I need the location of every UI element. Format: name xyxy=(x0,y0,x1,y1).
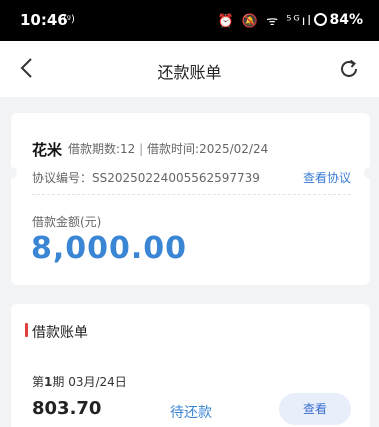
hotspot-icon: (ᵍ) xyxy=(63,14,75,25)
refresh-icon[interactable] xyxy=(337,57,361,81)
view-bill-button[interactable]: 查看 xyxy=(279,393,351,425)
loan-amount-value: 8,000.00 xyxy=(31,231,188,266)
bill-status: 待还款 xyxy=(170,405,212,421)
contract-number: 协议编号：SS20250224005562597739 xyxy=(32,171,260,185)
bill-card: 借款账单 第1期 03月/24日 803.70 待还款 查看 xyxy=(11,304,370,427)
loan-borrow-time: 借款时间:2025/02/24 xyxy=(147,142,269,156)
view-contract-link[interactable]: 查看协议 xyxy=(303,169,351,186)
card-divider xyxy=(32,194,351,195)
bill-amount: 803.70 xyxy=(32,398,102,419)
battery-percent: 84% xyxy=(329,12,363,28)
period-prefix: 第 xyxy=(32,375,45,389)
page-title: 还款账单 xyxy=(157,63,222,82)
bill-section-title: 借款账单 xyxy=(32,325,88,341)
loan-meta: 借款期数:12 | 借款时间:2025/02/24 xyxy=(68,140,268,157)
loan-amount-label: 借款金额(元) xyxy=(32,215,102,229)
bill-period: 第1期 03月/24日 xyxy=(32,373,127,390)
period-suffix: 期 03月/24日 xyxy=(52,375,127,389)
card-notch-right xyxy=(364,167,376,179)
loan-product-name: 花米 xyxy=(32,141,63,159)
section-marker xyxy=(25,323,28,337)
battery-icon xyxy=(314,13,327,26)
nav-bar: 还款账单 xyxy=(0,41,379,97)
status-bar: 10:46 (ᵍ) ⏰ 🔕 ᯤ ⁵ᴳıl 84% xyxy=(0,0,379,41)
meta-separator: | xyxy=(139,142,144,156)
status-icons: ⏰ 🔕 ᯤ ⁵ᴳıl xyxy=(217,14,313,29)
loan-info-card: 花米 借款期数:12 | 借款时间:2025/02/24 协议编号：SS2025… xyxy=(5,113,376,285)
status-time: 10:46 xyxy=(20,11,68,29)
loan-periods: 借款期数:12 xyxy=(68,142,136,156)
card-notch-left xyxy=(5,167,17,179)
